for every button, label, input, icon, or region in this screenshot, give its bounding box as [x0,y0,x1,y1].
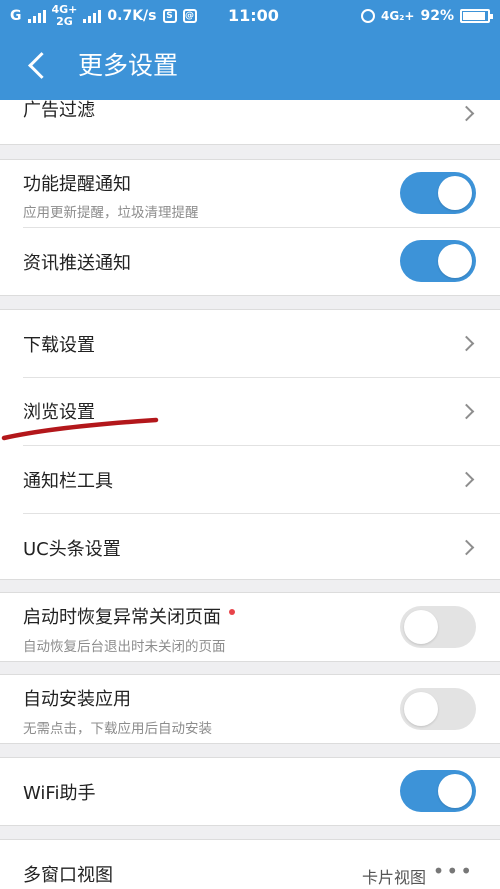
auto-install-toggle[interactable] [400,688,476,730]
setting-uc-headlines[interactable]: UC头条设置 [0,514,500,579]
setting-wifi-helper[interactable]: WiFi助手 [0,758,500,825]
settings-group-3: 下载设置 浏览设置 通知栏工具 UC头条设置 [0,309,500,580]
setting-feature-notify[interactable]: 功能提醒通知 应用更新提醒，垃圾清理提醒 [0,160,500,227]
settings-group-4: 启动时恢复异常关闭页面 自动恢复后台退出时未关闭的页面 [0,592,500,662]
settings-group-6: WiFi助手 [0,757,500,826]
news-push-toggle[interactable] [400,240,476,282]
settings-list[interactable]: 广告过滤 功能提醒通知 应用更新提醒，垃圾清理提醒 资讯推送通知 下载设置 浏览… [0,100,500,889]
setting-download[interactable]: 下载设置 [0,310,500,377]
chevron-right-icon [458,539,475,556]
signal-icon [27,9,46,23]
network-indicators: G 4G+ 2G 0.7K/s S @ [10,0,197,32]
status-bar: G 4G+ 2G 0.7K/s S @ 11:00 4G₂+ 92% [0,0,500,32]
page-title: 更多设置 [78,51,179,80]
setting-browse[interactable]: 浏览设置 [0,378,500,445]
wifi-helper-toggle[interactable] [400,770,476,812]
setting-notification-tools[interactable]: 通知栏工具 [0,446,500,513]
app-header: 更多设置 [0,32,500,100]
network-type-1: G [10,8,22,24]
setting-multi-window[interactable]: 多窗口视图 卡片视图 ••• [0,840,500,889]
battery-percent: 92% [420,8,454,24]
network-type-2: 4G+ 2G [51,3,78,28]
multi-window-value: 卡片视图 [361,868,426,887]
chevron-right-icon [458,105,475,122]
network-type-3: 4G₂+ [380,9,415,23]
alarm-icon [360,9,375,23]
status-right: 4G₂+ 92% [360,0,493,32]
setting-ad-filter[interactable]: 广告过滤 [0,100,500,144]
clock: 11:00 [228,6,279,25]
chevron-right-icon [458,403,475,420]
settings-group-7: 多窗口视图 卡片视图 ••• [0,839,500,889]
settings-group-1: 广告过滤 [0,100,500,145]
settings-group-2: 功能提醒通知 应用更新提醒，垃圾清理提醒 资讯推送通知 [0,159,500,296]
restore-pages-toggle[interactable] [400,606,476,648]
setting-restore-pages[interactable]: 启动时恢复异常关闭页面 自动恢复后台退出时未关闭的页面 [0,593,500,661]
chevron-right-icon [458,471,475,488]
network-speed: 0.7K/s [107,8,157,24]
back-arrow-icon[interactable] [28,52,55,79]
notification-icon: S [162,9,177,23]
signal-icon-2 [83,9,102,23]
settings-group-5: 自动安装应用 无需点击，下载应用后自动安装 [0,674,500,744]
message-icon: @ [182,9,197,23]
setting-news-push[interactable]: 资讯推送通知 [0,228,500,295]
battery-icon [460,9,493,23]
setting-auto-install[interactable]: 自动安装应用 无需点击，下载应用后自动安装 [0,675,500,743]
more-options-icon[interactable]: ••• [433,859,474,883]
feature-notify-toggle[interactable] [400,172,476,214]
chevron-right-icon [458,335,475,352]
new-indicator-dot [229,609,235,615]
